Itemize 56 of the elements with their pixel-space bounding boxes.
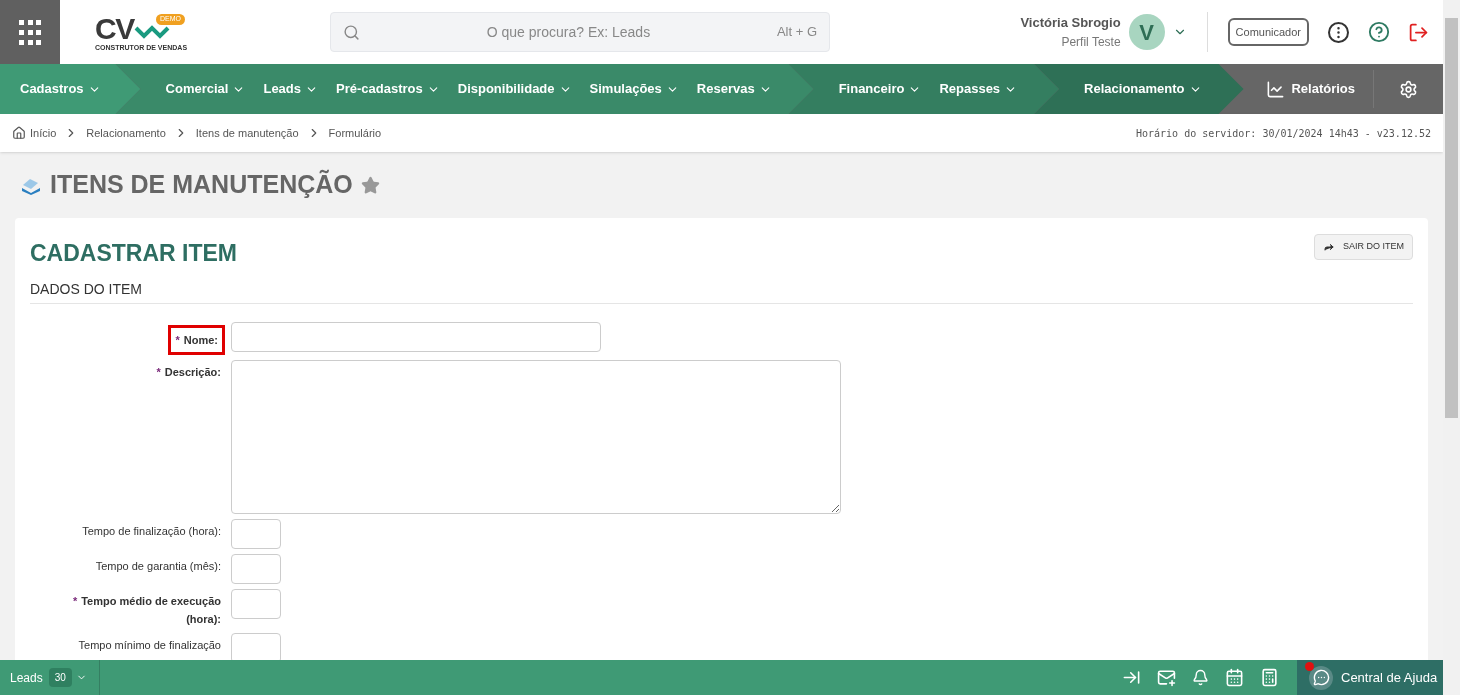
description-textarea[interactable] bbox=[231, 359, 841, 514]
more-options-icon bbox=[1328, 21, 1349, 43]
logout-icon bbox=[1408, 21, 1429, 43]
apps-grid-button[interactable] bbox=[0, 0, 60, 64]
page-title: ITENS DE MANUTENÇÃO bbox=[50, 168, 353, 201]
leads-label[interactable]: Leads bbox=[10, 668, 43, 687]
home-icon bbox=[12, 126, 26, 140]
nav-menu-item[interactable]: Relacionamento bbox=[1084, 79, 1202, 99]
shortcut-hint: Alt + G bbox=[776, 23, 817, 42]
section-title: DADOS DO ITEM bbox=[30, 278, 1413, 304]
exit-item-button[interactable]: SAIR DO ITEM bbox=[1314, 234, 1413, 260]
nav-menu-item[interactable]: Comercial bbox=[165, 79, 246, 99]
field-label: * Descrição: bbox=[155, 364, 222, 380]
field-label: Tempo de garantia (mês): bbox=[94, 558, 222, 574]
nav-menu-item[interactable]: Disponibilidade bbox=[457, 79, 572, 99]
help-center-button[interactable]: Central de Ajuda bbox=[1297, 660, 1443, 695]
arrow-to-line-icon bbox=[1122, 668, 1141, 687]
breadcrumb-link[interactable]: Início bbox=[30, 124, 57, 142]
nav-menu-item[interactable]: Simulações bbox=[589, 79, 679, 99]
forward-arrow-icon bbox=[1323, 241, 1335, 253]
nav-menu-item[interactable]: Leads bbox=[263, 79, 319, 99]
number-input[interactable] bbox=[231, 553, 281, 584]
help-icon bbox=[1368, 21, 1390, 43]
user-avatar[interactable]: V bbox=[1128, 14, 1165, 50]
form-title: CADASTRAR ITEM bbox=[30, 239, 237, 268]
field-label: * Tempo médio de execução (hora): bbox=[71, 593, 222, 627]
calculator-icon bbox=[1260, 668, 1279, 687]
name-input[interactable] bbox=[231, 321, 601, 352]
user-name: Victória Sbrogio bbox=[1020, 14, 1121, 33]
nav-menu-item[interactable]: Pré-cadastros bbox=[336, 79, 440, 99]
bell-icon bbox=[1192, 669, 1209, 686]
nav-menu-item[interactable]: Cadastros bbox=[20, 79, 101, 99]
star-icon bbox=[360, 175, 380, 195]
mail-plus-icon bbox=[1157, 668, 1176, 687]
field-label: Tempo de finalização (hora): bbox=[81, 523, 222, 539]
calendar-icon bbox=[1225, 668, 1244, 687]
nav-menu-item[interactable]: Repasses bbox=[939, 79, 1018, 99]
chat-bubble-icon bbox=[1312, 669, 1330, 686]
field-label: * Nome: bbox=[168, 324, 225, 355]
leads-count: 30 bbox=[48, 668, 72, 687]
server-time: Horário do servidor: 30/01/2024 14h43 - v23.12.52 bbox=[1136, 126, 1431, 141]
breadcrumb-link[interactable]: Relacionamento bbox=[86, 124, 166, 142]
nav-menu-item[interactable]: Reservas bbox=[696, 79, 772, 99]
search-icon bbox=[343, 23, 360, 41]
number-input[interactable] bbox=[231, 588, 281, 619]
line-chart-icon bbox=[1266, 79, 1286, 99]
nav-menu-item[interactable]: Financeiro bbox=[838, 79, 922, 99]
search-field[interactable]: O que procura? Ex: Leads Alt + G bbox=[330, 12, 830, 52]
communicator-button[interactable]: Comunicador bbox=[1227, 18, 1309, 46]
field-label: Tempo mínimo de finalização bbox=[77, 637, 222, 653]
reports-link[interactable]: Relatórios bbox=[1266, 79, 1373, 99]
breadcrumb-link[interactable]: Itens de manutenção bbox=[195, 124, 299, 142]
user-profile: Perfil Teste bbox=[1061, 33, 1121, 51]
breadcrumb-link[interactable]: Formulário bbox=[328, 124, 382, 142]
settings-icon bbox=[1399, 79, 1418, 99]
number-input[interactable] bbox=[231, 518, 281, 549]
